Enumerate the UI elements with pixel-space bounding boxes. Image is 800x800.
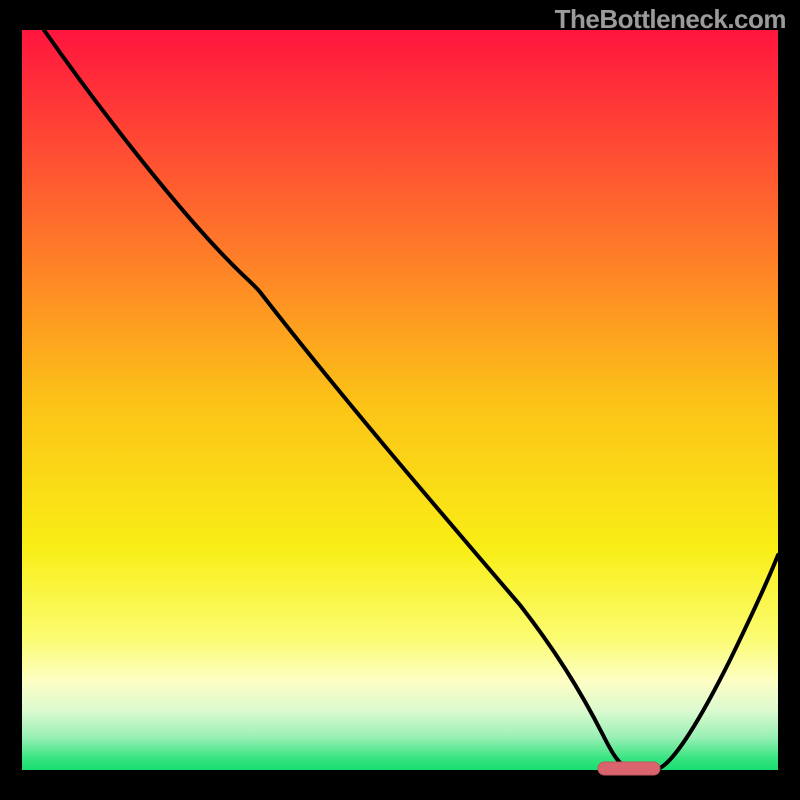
optimum-marker xyxy=(598,762,660,775)
chart-container: TheBottleneck.com xyxy=(0,0,800,800)
plot-area xyxy=(22,30,778,770)
bottleneck-chart xyxy=(0,0,800,800)
watermark-text: TheBottleneck.com xyxy=(555,4,786,35)
